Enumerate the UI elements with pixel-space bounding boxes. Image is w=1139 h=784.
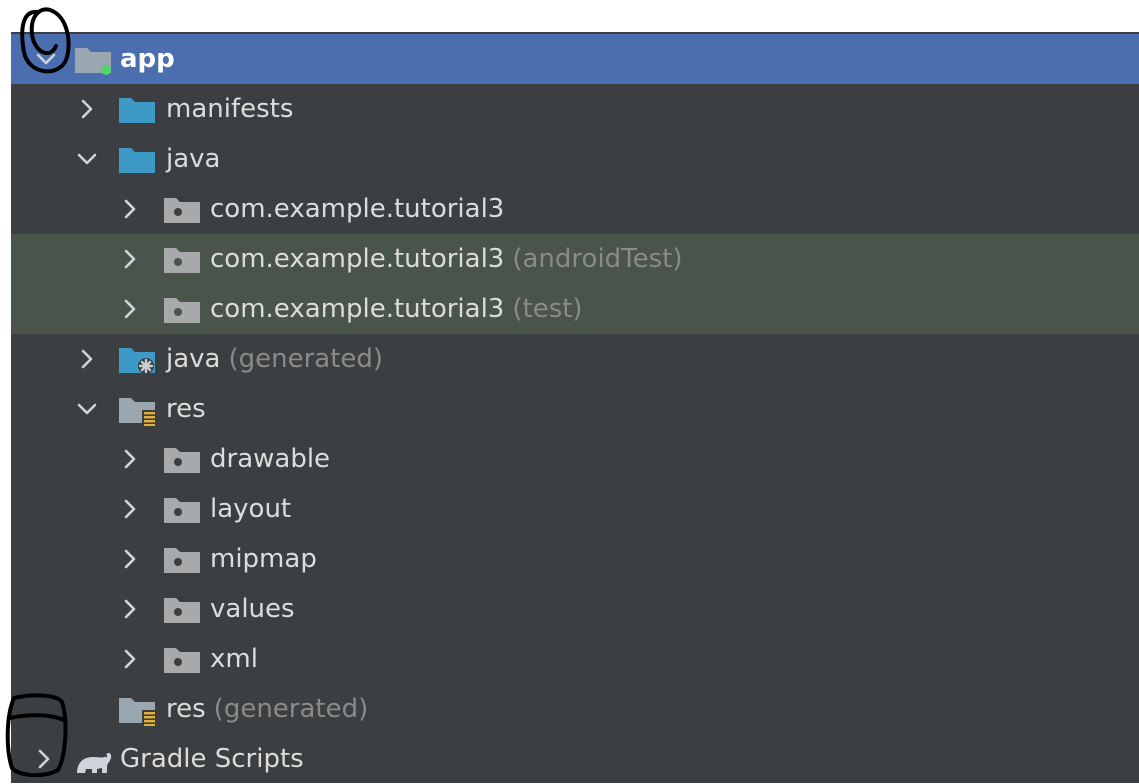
chevron-down-icon[interactable] xyxy=(74,396,100,422)
chevron-down-icon[interactable] xyxy=(74,146,100,172)
handdrawn-rectangle-annotation xyxy=(5,693,68,777)
tree-label: res xyxy=(166,694,206,724)
package-icon xyxy=(162,189,204,229)
tree-label: xml xyxy=(210,644,258,674)
chevron-right-icon[interactable] xyxy=(117,246,143,272)
tree-row-package-test[interactable]: com.example.tutorial3 (test) xyxy=(11,284,1139,334)
tree-row-res-generated[interactable]: res (generated) xyxy=(11,684,1139,734)
chevron-right-icon[interactable] xyxy=(117,646,143,672)
tree-row-drawable[interactable]: drawable xyxy=(11,434,1139,484)
chevron-right-icon[interactable] xyxy=(74,96,100,122)
tree-row-package-android-test[interactable]: com.example.tutorial3 (androidTest) xyxy=(11,234,1139,284)
tree-label-suffix: (test) xyxy=(512,294,583,324)
package-icon xyxy=(162,639,204,679)
tree-label: manifests xyxy=(166,94,294,124)
tree-row-java[interactable]: java xyxy=(11,134,1139,184)
tree-row-manifests[interactable]: manifests xyxy=(11,84,1139,134)
chevron-right-icon[interactable] xyxy=(117,496,143,522)
package-icon xyxy=(162,589,204,629)
chevron-right-icon[interactable] xyxy=(117,596,143,622)
project-tree: app manifests java com.example.tutorial3 xyxy=(11,32,1139,783)
tree-label: values xyxy=(210,594,295,624)
tree-label: com.example.tutorial3 xyxy=(210,194,505,224)
tree-row-xml[interactable]: xml xyxy=(11,634,1139,684)
resources-folder-icon xyxy=(117,689,159,729)
tree-row-java-generated[interactable]: java (generated) xyxy=(11,334,1139,384)
generated-java-folder-icon xyxy=(117,339,159,379)
folder-icon xyxy=(117,89,159,129)
tree-label: Gradle Scripts xyxy=(120,744,304,774)
tree-label: layout xyxy=(210,494,292,524)
tree-label: java xyxy=(166,144,221,174)
chevron-right-icon[interactable] xyxy=(117,196,143,222)
tree-label: java xyxy=(166,344,221,374)
tree-row-package-main[interactable]: com.example.tutorial3 xyxy=(11,184,1139,234)
package-icon xyxy=(162,539,204,579)
package-icon xyxy=(162,489,204,529)
tree-row-app[interactable]: app xyxy=(11,34,1139,84)
package-icon xyxy=(162,439,204,479)
tree-label: com.example.tutorial3 xyxy=(210,244,505,274)
tree-label-suffix: (generated) xyxy=(228,344,384,374)
tree-label: com.example.tutorial3 xyxy=(210,294,505,324)
tree-label: mipmap xyxy=(210,544,317,574)
tree-label-suffix: (generated) xyxy=(213,694,369,724)
chevron-right-icon[interactable] xyxy=(117,546,143,572)
resources-folder-icon xyxy=(117,389,159,429)
handdrawn-circle-annotation xyxy=(20,7,71,74)
package-icon xyxy=(162,239,204,279)
tree-row-res[interactable]: res xyxy=(11,384,1139,434)
package-icon xyxy=(162,289,204,329)
chevron-right-icon[interactable] xyxy=(117,296,143,322)
tree-label: res xyxy=(166,394,206,424)
chevron-right-icon[interactable] xyxy=(74,346,100,372)
tree-row-mipmap[interactable]: mipmap xyxy=(11,534,1139,584)
tree-label-suffix: (androidTest) xyxy=(512,244,683,274)
tree-row-values[interactable]: values xyxy=(11,584,1139,634)
tree-label: app xyxy=(120,44,175,74)
folder-icon xyxy=(117,139,159,179)
tree-label: drawable xyxy=(210,444,331,474)
tree-row-layout[interactable]: layout xyxy=(11,484,1139,534)
chevron-right-icon[interactable] xyxy=(117,446,143,472)
tree-row-gradle-scripts[interactable]: Gradle Scripts xyxy=(11,734,1139,784)
